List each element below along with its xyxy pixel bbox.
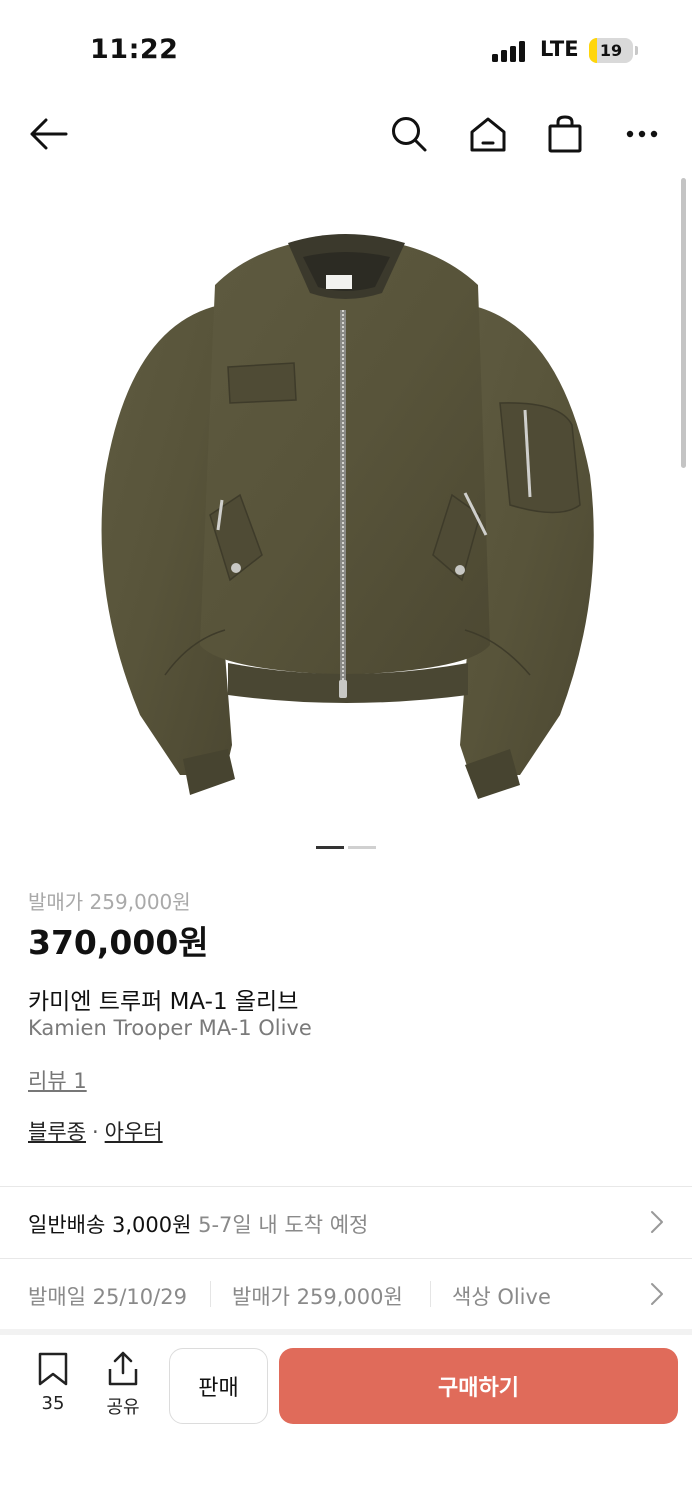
- product-image[interactable]: [0, 175, 692, 825]
- meta-separator: [210, 1281, 211, 1307]
- reviews-link[interactable]: 리뷰 1: [28, 1065, 87, 1095]
- wishlist-button[interactable]: 35: [28, 1351, 78, 1414]
- chevron-right-icon: [651, 1283, 663, 1305]
- meta-separator: [430, 1281, 431, 1307]
- category-links: 블루종 · 아우터: [28, 1116, 163, 1146]
- scrollbar[interactable]: [681, 178, 686, 468]
- shipping-info: 일반배송 3,000원 5-7일 내 도착 예정: [28, 1209, 368, 1239]
- signal-icon: [492, 40, 528, 62]
- back-arrow-icon[interactable]: [26, 112, 70, 156]
- release-date: 발매일 25/10/29: [28, 1285, 187, 1309]
- shipping-method: 일반배송 3,000원: [28, 1213, 192, 1237]
- network-type: LTE: [540, 37, 579, 61]
- battery-percent: 19: [599, 41, 623, 60]
- shipping-eta: 5-7일 내 도착 예정: [198, 1213, 369, 1237]
- shopping-bag-icon[interactable]: [543, 112, 587, 156]
- chevron-right-icon: [651, 1211, 663, 1233]
- share-icon: [108, 1351, 138, 1386]
- sell-button[interactable]: 판매: [169, 1348, 268, 1424]
- product-title-korean: 카미엔 트루퍼 MA-1 올리브: [28, 989, 299, 1015]
- buy-button[interactable]: 구매하기: [279, 1348, 678, 1424]
- status-bar: 11:22 LTE 19: [0, 0, 692, 100]
- wishlist-count: 35: [41, 1393, 65, 1414]
- search-icon[interactable]: [387, 112, 431, 156]
- bookmark-icon: [38, 1352, 68, 1386]
- status-time: 11:22: [90, 34, 179, 65]
- gallery-page-indicator-active: [316, 846, 344, 849]
- home-icon[interactable]: [466, 112, 510, 156]
- product-meta-row[interactable]: 발매일 25/10/29 발매가 259,000원 색상 Olive: [0, 1259, 692, 1329]
- shipping-row[interactable]: 일반배송 3,000원 5-7일 내 도착 예정: [0, 1187, 692, 1257]
- category-link-outer[interactable]: 아우터: [105, 1120, 163, 1144]
- product-title-english: Kamien Trooper MA-1 Olive: [28, 1016, 312, 1040]
- meta-release-price: 발매가 259,000원: [232, 1285, 403, 1309]
- current-price: 370,000원: [28, 923, 209, 962]
- gallery-page-indicator: [348, 846, 376, 849]
- battery-icon: 19: [589, 38, 633, 63]
- share-label: 공유: [106, 1397, 140, 1418]
- share-button[interactable]: 공유: [98, 1351, 148, 1419]
- category-link-blouson[interactable]: 블루종: [28, 1120, 86, 1144]
- color-info: 색상 Olive: [452, 1285, 551, 1309]
- battery-cap: [635, 46, 638, 55]
- release-price-label: 발매가 259,000원: [28, 890, 191, 914]
- category-separator: ·: [91, 1120, 99, 1144]
- more-icon[interactable]: [620, 112, 664, 156]
- bottom-action-bar: 35 공유 판매 구매하기: [0, 1335, 692, 1500]
